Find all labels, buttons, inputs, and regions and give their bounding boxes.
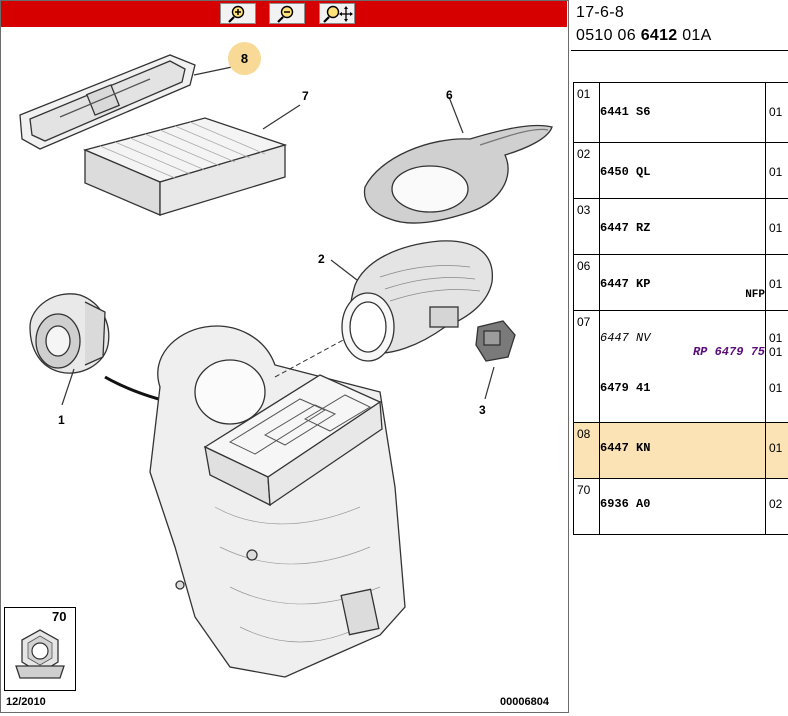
table-row[interactable]: 03 6447 RZ 01 xyxy=(573,198,788,255)
quantity: 02 xyxy=(769,497,783,511)
reference-group-suffix: 01A xyxy=(677,27,712,44)
table-row[interactable]: 07 6447 NV RP 6479 75 6479 41 01 01 01 xyxy=(573,310,788,423)
zoom-out-icon xyxy=(277,5,294,23)
callout-6[interactable]: 6 xyxy=(446,88,453,102)
footer-code: 00006804 xyxy=(500,696,549,708)
callout-3[interactable]: 3 xyxy=(479,403,486,417)
quantity: 01 xyxy=(769,165,783,179)
cabin-filter-part[interactable] xyxy=(83,117,288,216)
row-index: 06 xyxy=(573,254,600,311)
callout-2[interactable]: 2 xyxy=(318,252,325,266)
part-number[interactable]: 6447 KN xyxy=(600,441,765,455)
quantity: 01 xyxy=(769,105,783,119)
pan-button[interactable] xyxy=(319,3,355,24)
footer-date: 12/2010 xyxy=(6,696,46,708)
zoom-in-icon xyxy=(228,5,245,23)
row-index: 03 xyxy=(573,198,600,255)
table-row[interactable]: 70 6936 A0 02 xyxy=(573,478,788,535)
hvac-housing xyxy=(149,325,406,678)
row-index: 07 xyxy=(573,310,600,423)
blower-motor-part[interactable] xyxy=(29,293,110,374)
part-number[interactable]: 6447 RZ xyxy=(600,221,765,235)
quantity: 01 xyxy=(769,277,783,291)
reference-group: 0510 06 6412 01A xyxy=(576,27,712,45)
row-index: 08 xyxy=(573,422,600,479)
reference-group-number: 6412 xyxy=(640,27,678,44)
reference-code: 17-6-8 xyxy=(576,4,625,21)
table-row[interactable]: 01 6441 S6 01 xyxy=(573,82,788,143)
air-duct-part[interactable] xyxy=(363,124,553,224)
part-number[interactable]: 6450 QL xyxy=(600,165,765,179)
nut-icon xyxy=(15,629,65,679)
reference-group-prefix: 0510 06 xyxy=(576,27,641,44)
row-index: 02 xyxy=(573,142,600,199)
parts-table: 01 6441 S6 01 02 6450 QL 01 03 6447 RZ 0… xyxy=(573,82,788,535)
part-number[interactable]: 6447 KP xyxy=(600,277,765,291)
zoom-out-button[interactable] xyxy=(269,3,305,24)
callout-8[interactable]: 8 xyxy=(228,42,261,75)
diagram-toolbar xyxy=(1,1,567,27)
table-row[interactable]: 06 6447 KP NFP 01 xyxy=(573,254,788,311)
part-number[interactable]: 6936 A0 xyxy=(600,497,765,511)
substitute-part[interactable]: RP 6479 75 xyxy=(600,345,765,359)
zoom-in-button[interactable] xyxy=(220,3,256,24)
row-index: 70 xyxy=(573,478,600,535)
part-number[interactable]: 6447 NV xyxy=(600,331,765,345)
header-separator xyxy=(571,50,788,51)
exploded-parts-drawing xyxy=(14,54,553,678)
table-row-selected[interactable]: 08 6447 KN 01 xyxy=(573,422,788,479)
quantity: 01 xyxy=(769,331,783,345)
pan-icon xyxy=(323,5,353,23)
row-index: 01 xyxy=(573,82,600,143)
callout-7[interactable]: 7 xyxy=(302,89,309,103)
table-row[interactable]: 02 6450 QL 01 xyxy=(573,142,788,199)
alt-part-number[interactable]: 6479 41 xyxy=(600,381,765,395)
quantity: 01 xyxy=(769,221,783,235)
quantity: 01 xyxy=(769,381,783,395)
blower-resistor-part[interactable] xyxy=(475,320,516,362)
quantity: 01 xyxy=(769,345,783,359)
blower-housing-part[interactable] xyxy=(341,240,494,362)
part-number[interactable]: 6441 S6 xyxy=(600,105,765,119)
quantity: 01 xyxy=(769,441,783,455)
callout-1[interactable]: 1 xyxy=(58,413,65,427)
